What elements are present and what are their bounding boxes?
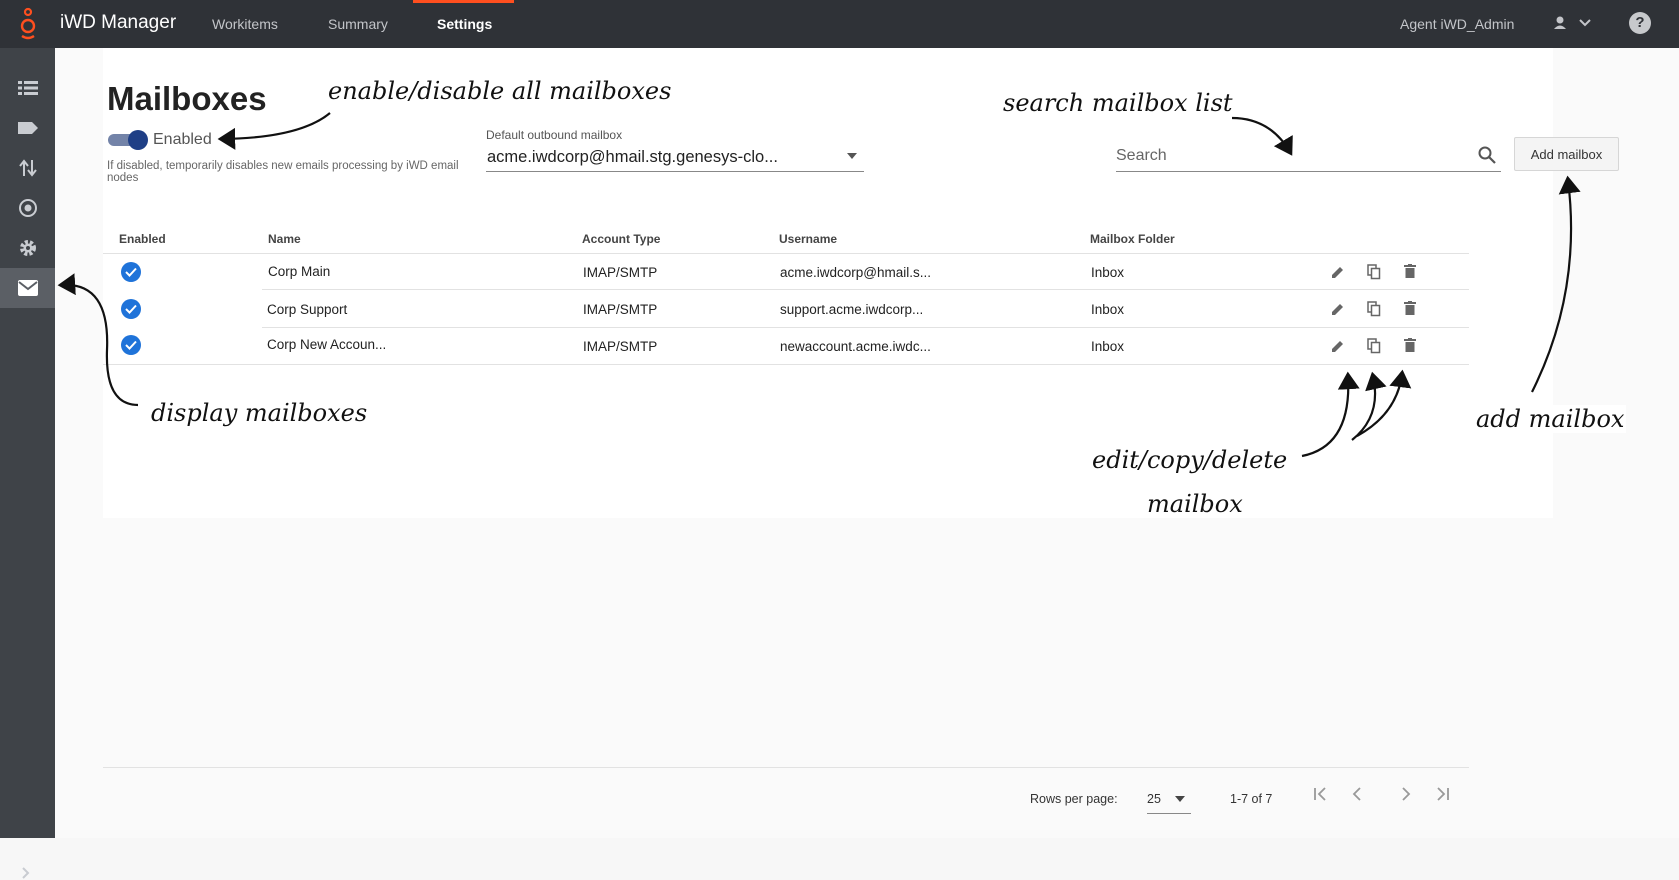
annotation-arrows: [57, 112, 1581, 458]
chevron-right-icon[interactable]: [20, 866, 32, 880]
